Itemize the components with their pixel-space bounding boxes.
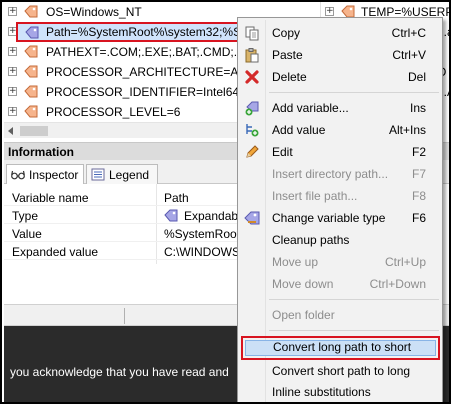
menu-item-convert-long-path-to-short[interactable]: Convert long path to short <box>241 336 440 360</box>
menu-item-move-down[interactable]: Move down Ctrl+Down <box>240 273 440 295</box>
context-menu: Copy Ctrl+C Paste Ctrl+V Delete Del Add … <box>237 17 443 402</box>
paste-icon <box>245 48 259 63</box>
menu-item-shortcut: F6 <box>411 211 426 225</box>
tag-icon <box>24 65 38 78</box>
menu-item-cleanup-paths[interactable]: Cleanup paths <box>240 229 440 251</box>
expand-icon[interactable]: + <box>8 47 17 56</box>
tag-icon <box>24 85 38 98</box>
menu-item-label: Move up <box>272 255 319 269</box>
add-variable-icon <box>245 101 259 116</box>
copy-icon <box>245 26 259 41</box>
menu-separator <box>269 330 439 331</box>
menu-item-inline-substitutions[interactable]: Inline substitutions <box>240 381 440 402</box>
menu-item-shortcut: Alt+Ins <box>388 123 426 137</box>
expand-icon[interactable]: + <box>8 7 17 16</box>
prop-name: Type <box>12 209 39 223</box>
menu-item-convert-short-path-to-long[interactable]: Convert short path to long <box>240 360 440 382</box>
menu-item-label: Convert long path to short <box>273 340 412 354</box>
menu-item-add-value[interactable]: Add value Alt+Ins <box>240 119 440 141</box>
prop-name: Variable name <box>12 191 89 205</box>
menu-item-shortcut: F8 <box>411 189 426 203</box>
glasses-icon <box>11 170 25 180</box>
prop-name: Value <box>12 227 42 241</box>
menu-item-label: Add variable... <box>272 101 349 115</box>
menu-item-open-folder[interactable]: Open folder <box>240 304 440 326</box>
menu-item-copy[interactable]: Copy Ctrl+C <box>240 22 440 44</box>
tag-icon <box>244 211 260 225</box>
legend-icon <box>91 168 105 181</box>
menu-item-shortcut: Del <box>407 70 426 84</box>
menu-separator <box>269 299 439 300</box>
pencil-icon <box>246 145 259 158</box>
menu-item-add-variable[interactable]: Add variable... Ins <box>240 97 440 119</box>
menu-item-shortcut: F2 <box>411 145 426 159</box>
menu-item-label: Convert short path to long <box>272 364 411 378</box>
prop-value: C:\WINDOWS\ <box>164 245 244 259</box>
menu-item-label: Insert file path... <box>272 189 358 203</box>
tag-icon <box>24 45 38 58</box>
menu-item-label: Inline substitutions <box>272 385 371 399</box>
menu-item-shortcut: Ins <box>409 101 426 115</box>
menu-item-label: Change variable type <box>272 211 386 225</box>
prop-value: Path <box>164 191 189 205</box>
tag-icon <box>164 209 178 222</box>
menu-item-label: Move down <box>272 277 334 291</box>
separator <box>124 308 125 324</box>
menu-separator <box>269 92 439 93</box>
menu-item-change-variable-type[interactable]: Change variable type F6 <box>240 207 440 229</box>
expand-icon[interactable]: + <box>8 67 17 76</box>
tag-icon <box>25 26 39 39</box>
menu-item-shortcut: Ctrl+Down <box>369 277 426 291</box>
panel-title: Information <box>8 145 74 159</box>
menu-item-insert-file-path[interactable]: Insert file path... F8 <box>240 185 440 207</box>
menu-item-move-up[interactable]: Move up Ctrl+Up <box>240 251 440 273</box>
menu-item-shortcut: Ctrl+C <box>391 26 426 40</box>
menu-item-label: Cleanup paths <box>272 233 350 247</box>
tab-label: Inspector <box>29 168 79 182</box>
menu-item-label: Edit <box>272 145 293 159</box>
menu-item-label: Paste <box>272 48 303 62</box>
tag-icon <box>24 5 38 18</box>
tree-row-label: OS=Windows_NT <box>46 5 142 19</box>
menu-item-label: Delete <box>272 70 307 84</box>
menu-item-insert-directory-path[interactable]: Insert directory path... F7 <box>240 163 440 185</box>
expand-icon[interactable]: + <box>8 87 17 96</box>
tab-inspector[interactable]: Inspector <box>6 164 84 185</box>
tree-row-label: Path=%SystemRoot%\system32;%Sy... <box>46 25 257 39</box>
footer-text: you acknowledge that you have read and <box>10 365 229 379</box>
tag-icon <box>24 105 38 118</box>
menu-item-shortcut: Ctrl+V <box>392 48 426 62</box>
path-row-highlight-box: Path=%SystemRoot%\system32;%Sy... <box>16 22 256 42</box>
menu-item-shortcut: F7 <box>411 167 426 181</box>
prop-name: Expanded value <box>12 245 99 259</box>
tab-legend[interactable]: Legend <box>86 164 158 184</box>
menu-item-label: Add value <box>272 123 326 137</box>
app-window: + OS=Windows_NT + Path=%SystemRoot%\syst… <box>0 0 451 404</box>
menu-item-label: Insert directory path... <box>272 167 389 181</box>
menu-item-shortcut: Ctrl+Up <box>384 255 426 269</box>
menu-item-paste[interactable]: Paste Ctrl+V <box>240 44 440 66</box>
scrollbar-thumb[interactable] <box>20 126 48 136</box>
add-value-icon <box>246 124 259 137</box>
expand-icon[interactable]: + <box>8 107 17 116</box>
delete-icon <box>245 70 259 84</box>
menu-item-edit[interactable]: Edit F2 <box>240 141 440 163</box>
menu-item-label: Open folder <box>272 308 335 322</box>
tab-label: Legend <box>109 168 150 182</box>
expand-icon[interactable]: + <box>325 7 334 16</box>
menu-item-delete[interactable]: Delete Del <box>240 66 440 88</box>
menu-item-label: Copy <box>272 26 301 40</box>
scroll-left-icon[interactable] <box>8 127 13 135</box>
tree-row-label: PROCESSOR_LEVEL=6 <box>46 105 181 119</box>
